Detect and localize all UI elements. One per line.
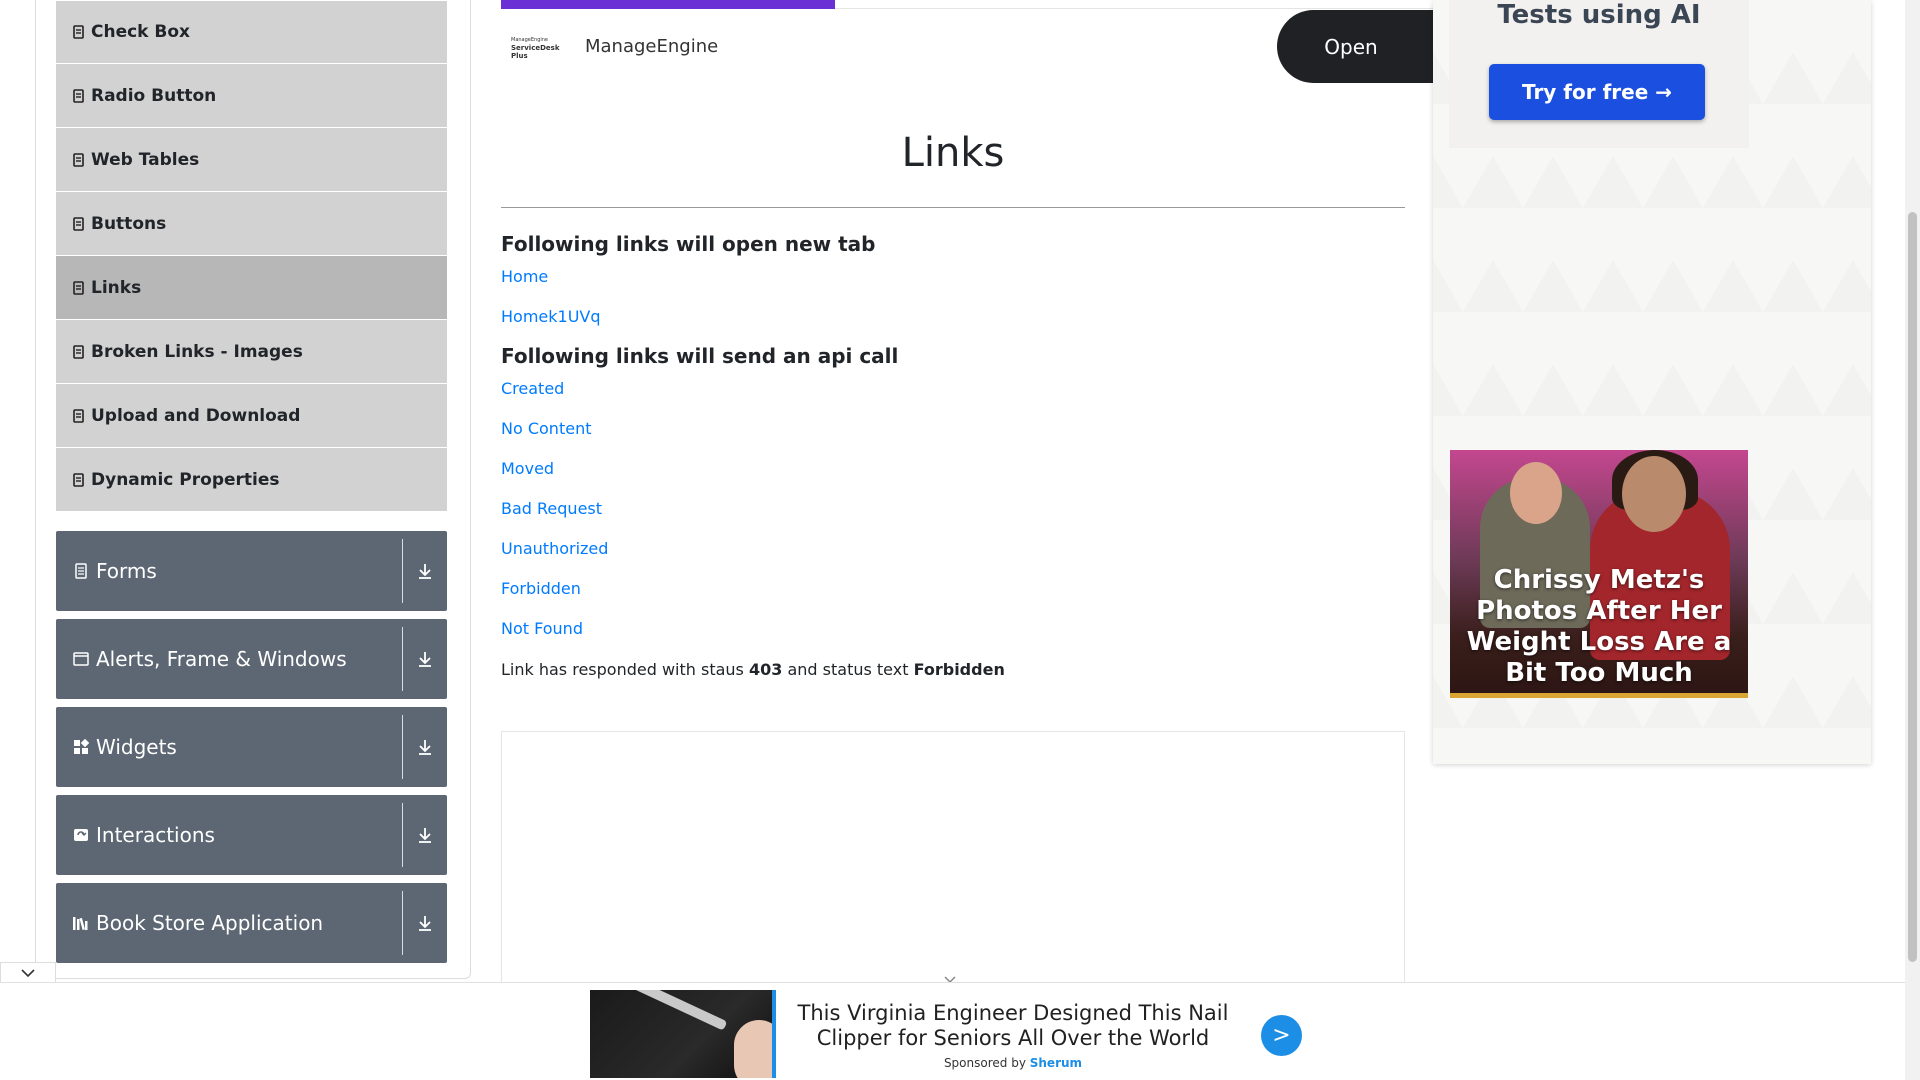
ad-progress-bar <box>501 0 835 9</box>
ad-progress-track <box>835 8 1435 9</box>
list-icon <box>71 408 85 423</box>
api-call-heading: Following links will send an api call <box>501 344 899 368</box>
form-icon <box>72 562 90 580</box>
link-response: Link has responded with staus 403 and st… <box>501 660 1005 679</box>
group-label: Widgets <box>96 735 177 759</box>
sponsor-name[interactable]: Sherum <box>1030 1056 1082 1070</box>
group-label: Book Store Application <box>96 911 324 935</box>
widgets-icon <box>72 738 90 756</box>
ad-accent-stripe <box>772 990 776 1078</box>
menu-item-links[interactable]: Links <box>56 256 447 320</box>
response-middle: and status text <box>787 660 909 679</box>
download-arrow-icon[interactable] <box>403 650 447 668</box>
menu-item-broken-links[interactable]: Broken Links - Images <box>56 320 447 384</box>
response-prefix: Link has responded with staus <box>501 660 744 679</box>
ad-open-button[interactable]: Open <box>1277 10 1447 83</box>
menu-item-label: Upload and Download <box>91 405 301 426</box>
link-home[interactable]: Home <box>501 267 548 286</box>
window-icon <box>72 650 90 668</box>
response-status-text: Forbidden <box>913 660 1005 679</box>
list-icon <box>71 280 85 295</box>
interactions-icon <box>72 826 90 844</box>
celeb-ad-caption: Chrissy Metz's Photos After Her Weight L… <box>1466 565 1732 688</box>
menu-item-label: Radio Button <box>91 85 217 106</box>
bottom-ad-headline[interactable]: This Virginia Engineer Designed This Nai… <box>788 1001 1238 1051</box>
list-icon <box>71 472 85 487</box>
menu-item-radio-button[interactable]: Radio Button <box>56 64 447 128</box>
ad-frame <box>501 731 1405 1011</box>
menu-item-label: Dynamic Properties <box>91 469 280 490</box>
list-icon <box>71 25 85 40</box>
page-title: Links <box>901 130 1005 176</box>
list-icon <box>71 88 85 103</box>
download-arrow-icon[interactable] <box>403 738 447 756</box>
menu-item-label: Buttons <box>91 213 167 234</box>
link-not-found[interactable]: Not Found <box>501 619 583 638</box>
ad-go-button[interactable]: > <box>1261 1015 1302 1056</box>
menu-item-label: Web Tables <box>91 149 200 170</box>
ad-photo-person <box>1510 462 1562 524</box>
menu-item-check-box[interactable]: Check Box <box>56 0 447 64</box>
group-label: Alerts, Frame & Windows <box>96 647 347 671</box>
menu-item-web-tables[interactable]: Web Tables <box>56 128 447 192</box>
download-arrow-icon[interactable] <box>403 826 447 844</box>
menu-item-upload-download[interactable]: Upload and Download <box>56 384 447 448</box>
chevron-down-icon <box>20 963 36 982</box>
bottom-ad-sponsor: Sponsored by Sherum <box>788 1056 1238 1070</box>
link-no-content[interactable]: No Content <box>501 419 591 438</box>
ad-accent-bar <box>1450 693 1748 698</box>
link-moved[interactable]: Moved <box>501 459 554 478</box>
new-tab-heading: Following links will open new tab <box>501 232 876 256</box>
celebrity-ad[interactable]: Chrissy Metz's Photos After Her Weight L… <box>1450 450 1748 698</box>
ad-photo-finger <box>734 1020 774 1078</box>
group-book-store[interactable]: Book Store Application <box>56 883 447 963</box>
title-divider <box>501 207 1405 208</box>
list-icon <box>71 344 85 359</box>
ad-photo-clipper <box>632 990 728 1031</box>
list-icon <box>71 152 85 167</box>
menu-item-label: Check Box <box>91 22 191 42</box>
link-dynamic-home[interactable]: Homek1UVq <box>501 307 601 326</box>
book-icon <box>72 914 90 932</box>
elements-menu: Check Box Radio Button Web Tables Button… <box>56 0 447 512</box>
menu-item-label: Links <box>91 277 142 298</box>
ad-thumbnail[interactable] <box>590 990 774 1078</box>
group-label: Interactions <box>96 823 215 847</box>
link-bad-request[interactable]: Bad Request <box>501 499 602 518</box>
link-forbidden[interactable]: Forbidden <box>501 579 581 598</box>
try-for-free-button[interactable]: Try for free → <box>1489 64 1705 120</box>
logo-line: ManageEngine <box>511 37 548 43</box>
manageengine-logo[interactable]: ManageEngine ServiceDesk Plus <box>511 36 577 60</box>
group-alerts-frame-windows[interactable]: Alerts, Frame & Windows <box>56 619 447 699</box>
link-created[interactable]: Created <box>501 379 564 398</box>
group-interactions[interactable]: Interactions <box>56 795 447 875</box>
collapse-ad-button[interactable] <box>0 962 56 982</box>
response-status-code: 403 <box>748 660 783 679</box>
group-forms[interactable]: Forms <box>56 531 447 611</box>
ai-testing-ad[interactable]: Tests using AI Try for free → <box>1449 0 1749 148</box>
list-icon <box>71 216 85 231</box>
download-arrow-icon[interactable] <box>403 914 447 932</box>
link-unauthorized[interactable]: Unauthorized <box>501 539 608 558</box>
download-arrow-icon[interactable] <box>403 562 447 580</box>
group-widgets[interactable]: Widgets <box>56 707 447 787</box>
scrollbar-thumb[interactable] <box>1908 212 1917 962</box>
ad-brand-name[interactable]: ManageEngine <box>585 36 718 57</box>
ad-photo-person <box>1622 456 1686 532</box>
ai-ad-headline: Tests using AI <box>1497 0 1701 30</box>
menu-item-label: Broken Links - Images <box>91 341 303 362</box>
group-label: Forms <box>96 559 157 583</box>
sponsored-label: Sponsored by <box>943 1056 1026 1070</box>
menu-item-buttons[interactable]: Buttons <box>56 192 447 256</box>
logo-line: ServiceDesk Plus <box>511 44 560 60</box>
menu-item-dynamic-properties[interactable]: Dynamic Properties <box>56 448 447 512</box>
